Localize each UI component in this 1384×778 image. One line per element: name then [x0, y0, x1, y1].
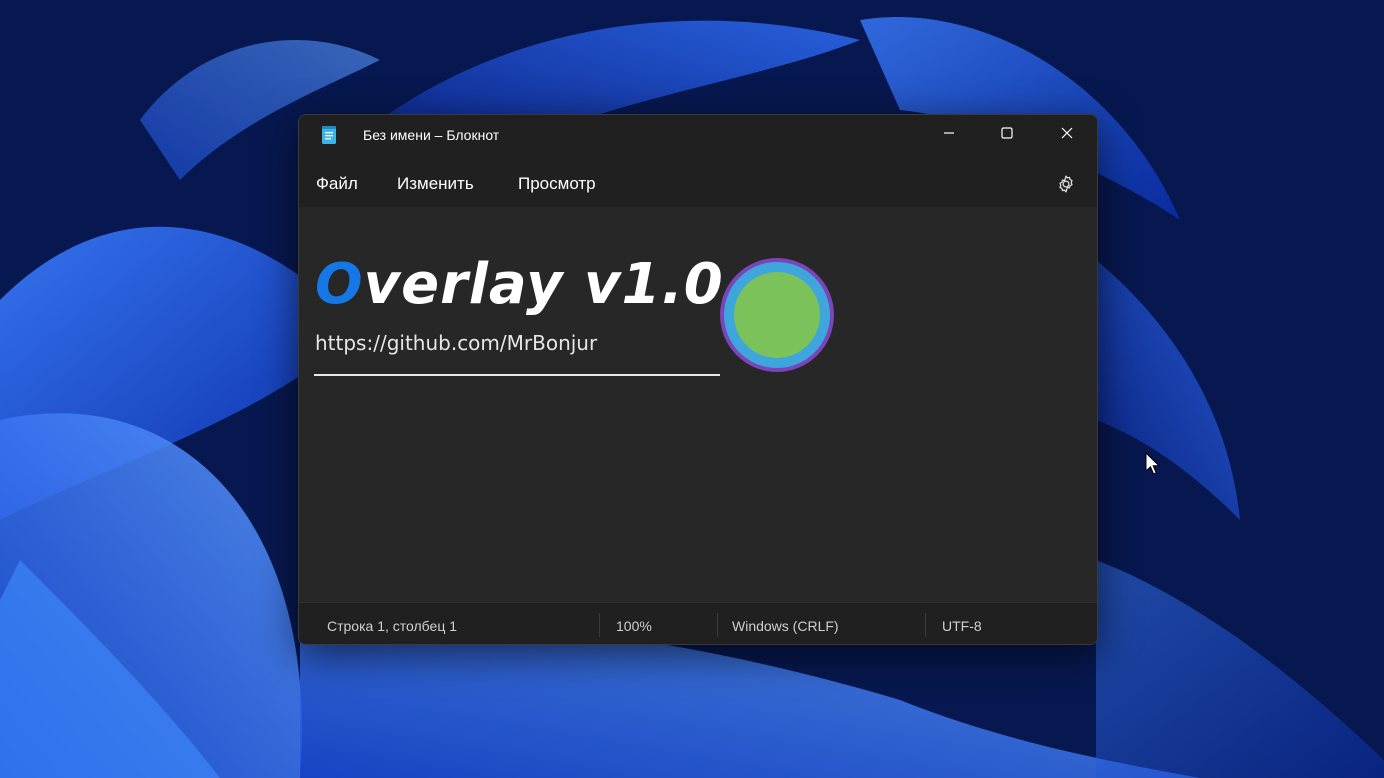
overlay-title: Overlay v1.0 [315, 257, 724, 313]
close-button[interactable] [1039, 115, 1095, 151]
settings-button[interactable] [1051, 169, 1081, 199]
status-separator [717, 613, 718, 637]
status-encoding[interactable]: UTF-8 [942, 618, 982, 634]
maximize-button[interactable] [979, 115, 1035, 151]
menu-bar: Файл Изменить Просмотр [299, 163, 1097, 205]
notepad-icon [322, 126, 336, 144]
close-icon [1061, 127, 1073, 139]
overlay-dot-core [734, 272, 820, 358]
menu-edit[interactable]: Изменить [397, 174, 474, 194]
menu-view[interactable]: Просмотр [518, 174, 596, 194]
status-separator [599, 613, 600, 637]
overlay-underline [314, 374, 720, 376]
mouse-cursor-icon [1145, 452, 1161, 475]
status-zoom[interactable]: 100% [616, 618, 652, 634]
desktop: Без имени – Блокнот Файл Изменить Просмо… [0, 0, 1384, 778]
title-bar[interactable]: Без имени – Блокнот [299, 115, 1097, 155]
menu-file[interactable]: Файл [316, 174, 358, 194]
overlay-title-accent: O [315, 252, 364, 317]
gear-icon [1059, 175, 1073, 193]
status-bar: Строка 1, столбец 1 100% Windows (CRLF) … [299, 602, 1097, 644]
overlay-status-dot [720, 258, 834, 372]
overlay-url: https://github.com/MrBonjur [315, 331, 598, 355]
status-line-ending[interactable]: Windows (CRLF) [732, 618, 839, 634]
minimize-button[interactable] [921, 115, 977, 151]
maximize-icon [1001, 127, 1013, 139]
notepad-window: Без имени – Блокнот Файл Изменить Просмо… [298, 114, 1098, 645]
window-title: Без имени – Блокнот [363, 127, 500, 143]
overlay-title-rest: verlay v1.0 [363, 252, 724, 317]
status-separator [925, 613, 926, 637]
minimize-icon [944, 132, 954, 134]
status-cursor-position: Строка 1, столбец 1 [327, 618, 458, 634]
